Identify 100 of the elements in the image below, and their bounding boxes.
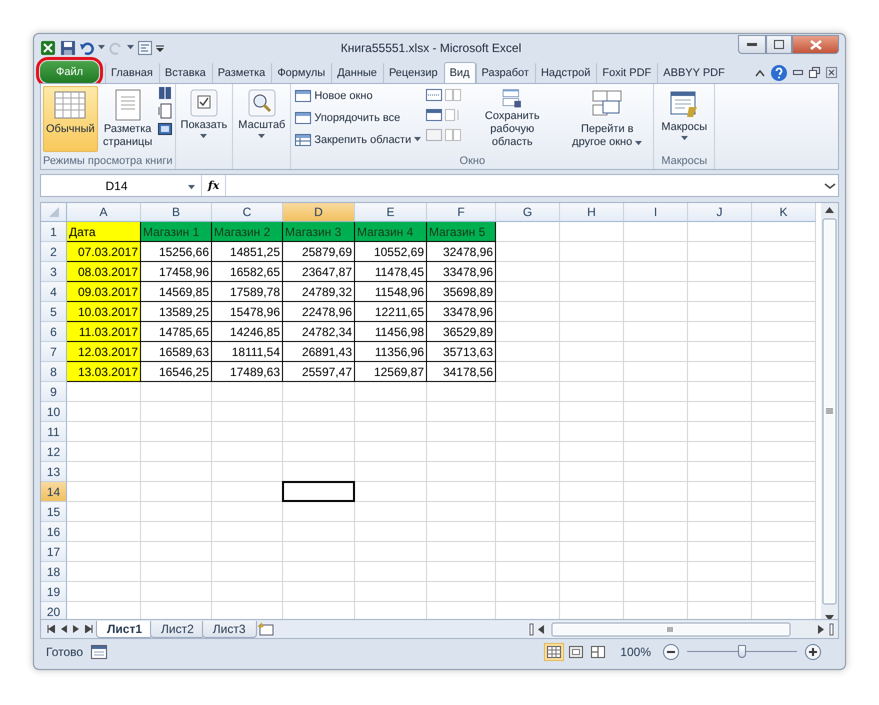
row-header[interactable]: 4 <box>41 282 67 302</box>
row-header[interactable]: 7 <box>41 342 67 362</box>
caret-icon <box>188 185 195 190</box>
row-header[interactable]: 14 <box>41 482 67 502</box>
file-tab[interactable]: Файл <box>40 61 99 83</box>
table-cell: 17589,78 <box>212 282 283 302</box>
plus-icon <box>809 648 817 656</box>
table-cell: Магазин 3 <box>283 222 355 242</box>
zoom-level[interactable]: 100% <box>620 645 651 659</box>
caret-icon <box>680 136 688 140</box>
sheet-tab[interactable]: Лист2 <box>150 620 205 638</box>
table-cell: 16582,65 <box>212 262 283 282</box>
table-cell: 25879,69 <box>283 242 355 262</box>
zoom-slider-thumb[interactable] <box>738 645 746 658</box>
row-header[interactable]: 13 <box>41 462 67 482</box>
table-cell: 13.03.2017 <box>67 362 141 382</box>
expand-icon <box>822 180 838 190</box>
macros-button[interactable]: Макросы <box>656 86 712 152</box>
vertical-scrollbar[interactable] <box>821 203 838 619</box>
split-icon <box>426 89 442 101</box>
caret-icon <box>414 137 422 142</box>
table-cell: 15256,66 <box>141 242 212 262</box>
table-cell: 13589,25 <box>141 302 212 322</box>
window-command-button[interactable]: Новое окно <box>293 86 424 105</box>
column-header[interactable]: G <box>496 203 560 222</box>
show-button[interactable]: Показать <box>178 86 230 152</box>
row-header[interactable]: 9 <box>41 382 67 402</box>
row-header[interactable]: 6 <box>41 322 67 342</box>
window-command-button[interactable]: Закрепить области <box>293 130 424 149</box>
row-header[interactable]: 15 <box>41 502 67 522</box>
minimize-button[interactable] <box>738 35 766 54</box>
row-header[interactable]: 8 <box>41 362 67 382</box>
caret-icon <box>127 45 134 50</box>
column-header[interactable]: J <box>688 203 752 222</box>
column-header[interactable]: B <box>141 203 212 222</box>
caret-icon <box>98 45 105 50</box>
row-header[interactable]: 2 <box>41 242 67 262</box>
zoom-out-button[interactable] <box>663 644 679 660</box>
table-cell: 32478,96 <box>427 242 496 262</box>
row-header[interactable]: 1 <box>41 222 67 242</box>
zoom-in-button[interactable] <box>805 644 821 660</box>
column-header[interactable]: E <box>355 203 427 222</box>
corner-triangle-icon <box>48 207 58 217</box>
row-header[interactable]: 16 <box>41 522 67 542</box>
last-sheet-icon <box>85 625 93 633</box>
window-command-button[interactable]: Упорядочить все <box>293 108 424 127</box>
sheet-tab[interactable]: Лист3 <box>202 620 257 638</box>
book-icon <box>158 86 172 100</box>
insert-function-button[interactable]: fx <box>202 179 226 192</box>
group-label: Окно <box>458 154 486 169</box>
form-icon <box>138 40 152 54</box>
next-sheet-icon <box>73 625 79 633</box>
row-header[interactable]: 17 <box>41 542 67 562</box>
column-header[interactable]: A <box>67 203 141 222</box>
page-break-icon <box>591 646 606 658</box>
page-layout-button[interactable]: Разметка страницы <box>100 86 155 152</box>
unhide-window-icon <box>426 129 442 141</box>
row-header[interactable]: 10 <box>41 402 67 422</box>
table-cell: 25597,47 <box>283 362 355 382</box>
column-header[interactable]: I <box>624 203 688 222</box>
row-header[interactable]: 18 <box>41 562 67 582</box>
ribbon-tab[interactable]: Вид <box>444 62 476 83</box>
page-break-icon <box>158 103 172 119</box>
table-cell: 18111,54 <box>212 342 283 362</box>
table-cell: Магазин 4 <box>355 222 427 242</box>
row-header[interactable]: 12 <box>41 442 67 462</box>
table-cell: 14851,25 <box>212 242 283 262</box>
column-header[interactable]: H <box>560 203 624 222</box>
hide-window-icon <box>426 109 442 121</box>
column-header[interactable]: K <box>752 203 816 222</box>
column-header[interactable]: F <box>427 203 496 222</box>
table-cell: 12569,87 <box>355 362 427 382</box>
table-cell: 17458,96 <box>141 262 212 282</box>
table-cell: 16546,25 <box>141 362 212 382</box>
caret-icon <box>635 140 642 145</box>
switch-windows-button[interactable]: Перейти в другое окно <box>563 86 652 152</box>
name-box[interactable]: D14 <box>41 175 202 196</box>
close-button[interactable] <box>792 35 839 54</box>
row-header[interactable]: 11 <box>41 422 67 442</box>
minimize-icon <box>793 70 803 76</box>
zoom-button[interactable]: Масштаб <box>235 86 288 152</box>
column-header[interactable]: D <box>283 203 355 222</box>
column-header[interactable]: C <box>212 203 283 222</box>
row-header[interactable]: 19 <box>41 582 67 602</box>
table-cell: Магазин 5 <box>427 222 496 242</box>
restore-icon <box>809 67 820 78</box>
view-button[interactable] <box>544 643 564 661</box>
table-cell: 22478,96 <box>283 302 355 322</box>
restore-button[interactable] <box>766 35 792 54</box>
row-header[interactable]: 3 <box>41 262 67 282</box>
row-header[interactable]: 5 <box>41 302 67 322</box>
spreadsheet-logo-icon <box>40 40 56 56</box>
table-cell: 33478,96 <box>427 302 496 322</box>
row-header[interactable]: 20 <box>41 602 67 619</box>
grid-icon <box>54 89 86 121</box>
sheet-tab[interactable]: Лист1 <box>96 620 154 638</box>
normal-view-button[interactable]: Обычный <box>43 86 98 152</box>
table-cell: 23647,87 <box>283 262 355 282</box>
caret-icon <box>258 134 266 138</box>
save-workspace-button[interactable]: Сохранить рабочую область <box>464 86 560 152</box>
